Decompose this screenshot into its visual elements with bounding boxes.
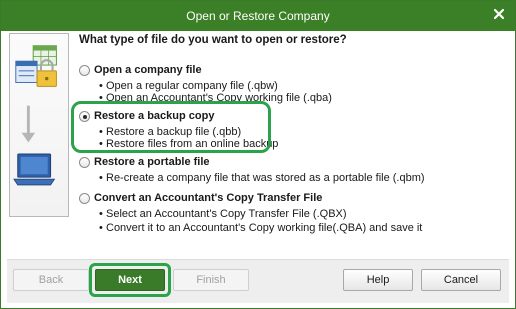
option-restore-portable-file[interactable]: Restore a portable file Re-create a comp… [79,156,425,184]
help-button[interactable]: Help [343,269,413,291]
question-heading: What type of file do you want to open or… [79,34,347,46]
radio-open-company-file[interactable] [79,65,90,76]
option-bullet: Open a regular company file (.qbw) [99,80,278,92]
option-convert-accountants-copy[interactable]: Convert an Accountant's Copy Transfer Fi… [79,192,422,234]
selection-highlight [71,101,271,153]
option-bullet: Select an Accountant's Copy Transfer Fil… [99,208,347,220]
close-icon[interactable] [492,7,506,21]
option-label: Restore a portable file [94,156,210,168]
window-title: Open or Restore Company [186,9,330,23]
finish-button[interactable]: Finish [173,269,249,291]
option-open-company-file[interactable]: Open a company file Open a regular compa… [79,64,339,104]
button-bar: Back Next Finish Help Cancel [7,259,509,303]
option-bullet: Re-create a company file that was stored… [99,172,425,184]
option-label: Convert an Accountant's Copy Transfer Fi… [94,192,323,204]
back-button[interactable]: Back [13,269,89,291]
option-bullet: Convert it to an Accountant's Copy worki… [99,222,422,234]
radio-restore-portable-file[interactable] [79,157,90,168]
dialog-body: What type of file do you want to open or… [7,31,509,255]
next-button-highlight [89,263,171,297]
cancel-button[interactable]: Cancel [421,269,501,291]
option-label: Open a company file [94,64,202,76]
company-file-illustration-icon [9,33,69,217]
title-bar: Open or Restore Company [1,1,515,31]
open-restore-dialog: Open or Restore Company What type of fil… [0,0,516,309]
radio-convert-accountants-copy[interactable] [79,193,90,204]
